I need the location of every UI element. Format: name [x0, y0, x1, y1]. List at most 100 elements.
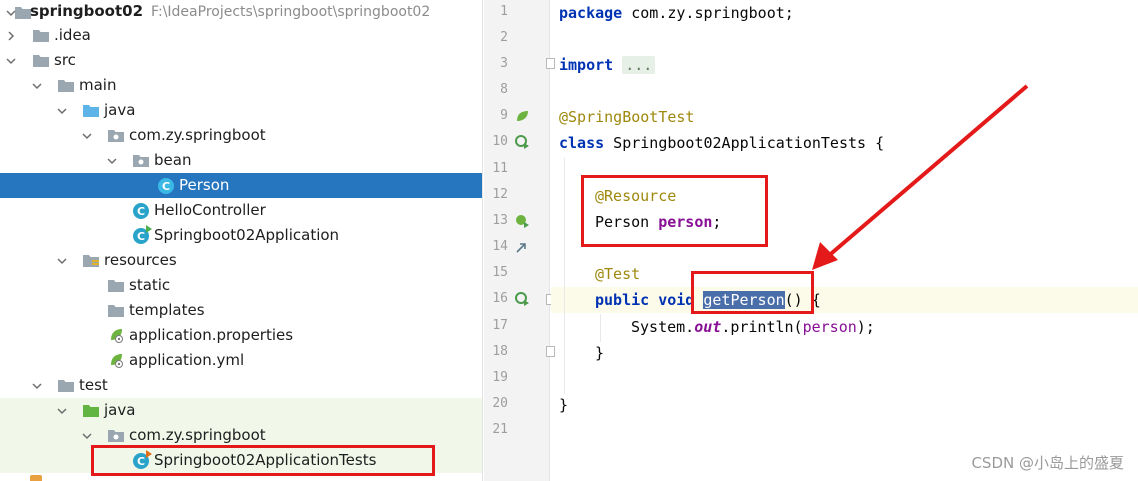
chevron-down-icon[interactable]	[32, 381, 42, 391]
project-name: springboot02	[30, 2, 144, 20]
spring-bean-gutter-icon[interactable]	[514, 108, 530, 124]
project-path: F:\IdeaProjects\springboot\springboot02	[151, 4, 431, 20]
tree-item-label: static	[129, 276, 171, 294]
code-line-18[interactable]: }	[595, 340, 604, 366]
chevron-down-icon[interactable]	[82, 131, 92, 141]
chevron-down-icon[interactable]	[82, 431, 92, 441]
tree-item-person[interactable]: C Person	[0, 173, 482, 198]
package-icon	[107, 126, 125, 144]
tree-item-src[interactable]: src	[0, 48, 482, 73]
tree-item-hellocontroller[interactable]: C HelloController	[0, 198, 482, 223]
tree-item-resources[interactable]: resources	[0, 248, 482, 273]
line-number: 20	[492, 396, 508, 411]
run-test-gutter-icon[interactable]	[514, 134, 530, 150]
tree-item-label: .idea	[54, 26, 91, 44]
code-editor[interactable]: 1 2 3 8 9 10 11 12 13 14 15 16 17 18 19 …	[484, 0, 1138, 481]
folder-icon	[57, 376, 75, 394]
spring-leaf-config-icon	[107, 326, 125, 344]
tree-root-row[interactable]: springboot02 F:\IdeaProjects\springboot\s…	[0, 0, 482, 25]
tree-item-templates[interactable]: templates	[0, 298, 482, 323]
line-number: 11	[492, 161, 508, 176]
line-number: 16	[492, 291, 508, 306]
run-test-gutter-icon[interactable]	[514, 291, 530, 307]
line-number: 19	[492, 370, 508, 385]
fold-marker-icon[interactable]	[546, 58, 555, 69]
highlight-box-resource-field	[581, 175, 768, 247]
chevron-right-icon[interactable]	[6, 31, 16, 41]
tree-item-java-test[interactable]: java	[0, 398, 482, 423]
class-icon: C	[157, 177, 175, 195]
spring-leaf-config-icon	[107, 351, 125, 369]
chevron-down-icon[interactable]	[107, 156, 117, 166]
line-number: 21	[492, 422, 508, 437]
line-number: 14	[492, 239, 508, 254]
line-number: 8	[500, 82, 508, 97]
highlight-box-method	[691, 271, 814, 314]
folded-imports[interactable]: ...	[622, 56, 656, 74]
line-number: 17	[492, 318, 508, 333]
package-icon	[107, 426, 125, 444]
tree-item-label: src	[54, 51, 76, 69]
line-number: 18	[492, 344, 508, 359]
test-source-folder-icon	[82, 401, 100, 419]
folder-icon	[57, 76, 75, 94]
package-icon	[132, 151, 150, 169]
tree-item-application-yml[interactable]: application.yml	[0, 348, 482, 373]
code-line-10[interactable]: class Springboot02ApplicationTests {	[559, 130, 884, 156]
code-line-20[interactable]: }	[559, 392, 568, 418]
tree-item-label: test	[79, 376, 108, 394]
code-line-3[interactable]: import ...	[559, 52, 656, 78]
line-number: 1	[500, 4, 508, 19]
chevron-down-icon[interactable]	[32, 81, 42, 91]
code-line-17[interactable]: System.out.println(person);	[631, 314, 875, 340]
tree-item-springboot02application[interactable]: C Springboot02Application	[0, 223, 482, 248]
tree-item-label: Springboot02Application	[154, 226, 340, 244]
editor-gutter: 1 2 3 8 9 10 11 12 13 14 15 16 17 18 19 …	[484, 0, 555, 481]
line-number: 9	[500, 108, 508, 123]
fold-marker-icon[interactable]	[546, 346, 555, 357]
code-line-15[interactable]: @Test	[595, 261, 640, 287]
folder-icon	[32, 26, 50, 44]
navigate-arrow-gutter-icon[interactable]	[514, 239, 530, 255]
tree-item-java-main[interactable]: java	[0, 98, 482, 123]
tree-item-label: resources	[104, 251, 177, 269]
tree-item-label: com.zy.springboot	[129, 126, 266, 144]
tree-item-test[interactable]: test	[0, 373, 482, 398]
folder-icon	[32, 51, 50, 69]
tree-item-label: Person	[179, 176, 230, 194]
highlight-box-test-class	[91, 445, 435, 476]
chevron-down-icon[interactable]	[6, 56, 16, 66]
spring-boot-class-icon: C	[132, 225, 152, 245]
line-number: 12	[492, 187, 508, 202]
source-folder-icon	[82, 101, 100, 119]
tree-item-label: com.zy.springboot	[129, 426, 266, 444]
tree-item-application-properties[interactable]: application.properties	[0, 323, 482, 348]
indent-guide	[564, 158, 565, 394]
tree-item-package-main[interactable]: com.zy.springboot	[0, 123, 482, 148]
code-line-9[interactable]: @SpringBootTest	[559, 104, 694, 130]
partial-file-icon	[30, 475, 42, 481]
folder-icon	[107, 301, 125, 319]
chevron-down-icon[interactable]	[57, 106, 67, 116]
tree-item-idea[interactable]: .idea	[0, 23, 482, 48]
tree-item-label: application.yml	[129, 351, 245, 369]
tree-item-label: java	[104, 101, 136, 119]
tree-item-label: bean	[154, 151, 192, 169]
spring-autowired-gutter-icon[interactable]	[514, 213, 530, 229]
indent-guide	[600, 314, 601, 342]
line-number: 2	[500, 30, 508, 45]
chevron-down-icon[interactable]	[57, 406, 67, 416]
code-line-1[interactable]: package com.zy.springboot;	[559, 0, 794, 26]
line-number: 15	[492, 265, 508, 280]
tree-item-main[interactable]: main	[0, 73, 482, 98]
watermark: CSDN @小岛上的盛夏	[971, 454, 1124, 472]
line-number: 10	[492, 134, 508, 149]
class-icon: C	[132, 202, 150, 220]
tree-item-static[interactable]: static	[0, 273, 482, 298]
tree-item-bean[interactable]: bean	[0, 148, 482, 173]
chevron-down-icon[interactable]	[57, 256, 67, 266]
tree-item-label: java	[104, 401, 136, 419]
tree-item-label: templates	[129, 301, 205, 319]
project-tree-panel: springboot02 F:\IdeaProjects\springboot\s…	[0, 0, 483, 481]
tree-item-label: HelloController	[154, 201, 266, 219]
